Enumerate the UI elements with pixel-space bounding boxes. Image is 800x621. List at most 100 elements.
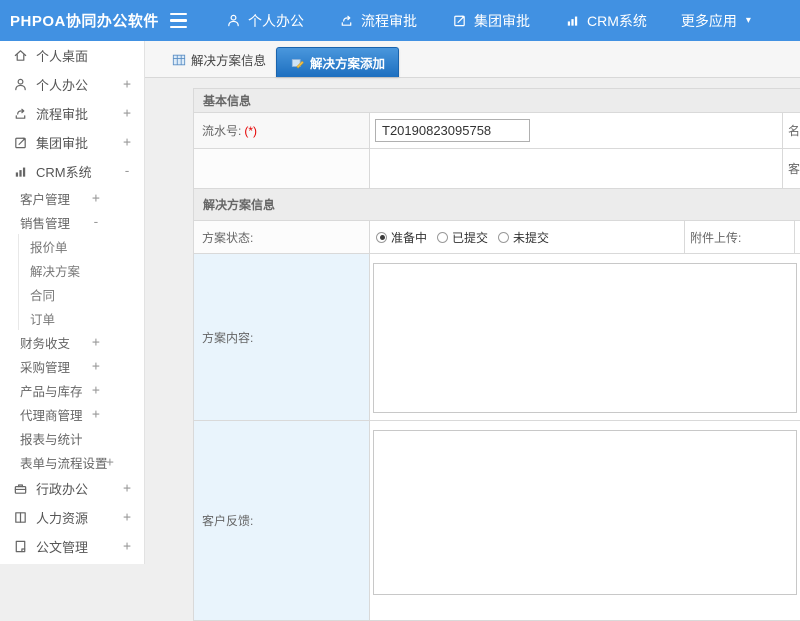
feedback-field-cell	[370, 421, 800, 621]
tab-solution-info[interactable]: 解决方案信息	[165, 50, 276, 77]
sidebar-item-workflow-approval[interactable]: 流程审批+	[0, 99, 144, 128]
nav-item-label: 个人办公	[248, 11, 304, 31]
sidebar-item-finance[interactable]: 财务收支+	[0, 330, 144, 354]
nav-item-group-approval[interactable]: 集团审批	[434, 0, 547, 41]
empty-field-cell	[370, 149, 783, 189]
sidebar-item-crm-system[interactable]: CRM系统 -	[0, 157, 144, 186]
tab-solution-add[interactable]: 解决方案添加	[276, 47, 399, 77]
sidebar: 个人桌面个人办公+流程审批+集团审批+CRM系统-客户管理+销售管理-报价单解决…	[0, 41, 145, 564]
expand-icon[interactable]: +	[123, 106, 131, 121]
radio-unchecked-icon[interactable]	[437, 232, 448, 243]
sidebar-item-contract[interactable]: 合同	[0, 282, 144, 306]
edit-icon	[451, 13, 467, 29]
doc-icon	[12, 539, 28, 555]
sidebar-item-group-approval[interactable]: 集团审批 +	[0, 128, 144, 157]
sidebar-item-product-inventory[interactable]: 产品与库存 +	[0, 378, 144, 402]
sidebar-item-agent-mgmt[interactable]: 代理商管理 +	[0, 402, 144, 426]
expand-icon[interactable]: +	[92, 335, 100, 350]
customer-feedback-textarea[interactable]	[373, 430, 797, 595]
expand-icon[interactable]: +	[123, 481, 131, 496]
sidebar-item-personal-office[interactable]: 个人办公+	[0, 70, 144, 99]
hamburger-icon	[170, 13, 187, 15]
sidebar-item-document-mgmt[interactable]: 公文管理+	[0, 532, 144, 561]
expand-icon[interactable]: +	[106, 455, 114, 470]
user-icon	[12, 77, 28, 93]
sidebar-item-label: 订单	[30, 309, 55, 328]
sidebar-item-customer-mgmt[interactable]: 客户管理 +	[0, 186, 144, 210]
flow-icon	[12, 106, 28, 122]
empty-label-cell	[194, 149, 370, 189]
sidebar-item-label: 行政办公	[36, 479, 88, 498]
sidebar-item-reports-stats[interactable]: 报表与统计	[0, 426, 144, 450]
sidebar-item-label: 人力资源	[36, 508, 88, 527]
sidebar-item-label: 解决方案	[30, 261, 80, 280]
status-radio-option[interactable]: 准备中	[376, 229, 427, 246]
expand-icon[interactable]: +	[92, 407, 100, 422]
sidebar-item-label: CRM系统	[36, 162, 92, 181]
sidebar-item-label: 产品与库存	[20, 381, 83, 400]
nav-item-more-apps[interactable]: 更多应用▾	[664, 0, 768, 41]
menu-toggle-button[interactable]	[170, 13, 194, 29]
content-field-cell	[370, 254, 800, 421]
solution-content-textarea[interactable]	[373, 263, 797, 413]
chart-icon	[564, 13, 580, 29]
form-add-icon	[290, 55, 306, 71]
sidebar-item-sales-mgmt[interactable]: 销售管理 -	[0, 210, 144, 234]
sidebar-item-personal-desktop[interactable]: 个人桌面	[0, 41, 144, 70]
chevron-down-icon: ▾	[746, 15, 751, 26]
content-label: 方案内容:	[194, 254, 370, 421]
expand-icon[interactable]: +	[123, 539, 131, 554]
status-option-label: 已提交	[452, 229, 488, 246]
nav-item-label: 流程审批	[361, 11, 417, 31]
serial-number-input[interactable]	[375, 119, 530, 142]
feedback-label: 客户反馈:	[194, 421, 370, 621]
sidebar-item-label: 集团审批	[36, 133, 88, 152]
sidebar-item-admin-office[interactable]: 行政办公 +	[0, 474, 144, 503]
sidebar-item-label: 销售管理	[20, 213, 70, 232]
radio-checked-icon[interactable]	[376, 232, 387, 243]
radio-unchecked-icon[interactable]	[498, 232, 509, 243]
status-option-label: 未提交	[513, 229, 549, 246]
briefcase-icon	[12, 481, 28, 497]
collapse-icon[interactable]: -	[123, 164, 131, 179]
expand-icon[interactable]: +	[123, 510, 131, 525]
status-label: 方案状态:	[194, 221, 370, 254]
expand-icon[interactable]: +	[92, 359, 100, 374]
sidebar-item-form-flow-settings[interactable]: 表单与流程设置+	[0, 450, 144, 474]
collapse-icon[interactable]: -	[92, 215, 100, 230]
expand-icon[interactable]: +	[92, 383, 100, 398]
hamburger-icon	[170, 26, 187, 28]
sidebar-item-label: 报价单	[30, 237, 68, 256]
sidebar-item-label: 客户管理	[20, 189, 70, 208]
sidebar-item-label: 代理商管理	[20, 405, 83, 424]
status-field-cell: 准备中 已提交 未提交	[370, 221, 685, 254]
nav-item-personal-office[interactable]: 个人办公	[208, 0, 321, 41]
serial-number-label: 流水号:(*)	[194, 113, 370, 149]
nav-item-workflow-approval[interactable]: 流程审批	[321, 0, 434, 41]
sidebar-item-purchase-mgmt[interactable]: 采购管理 +	[0, 354, 144, 378]
nav-item-label: CRM系统	[587, 11, 647, 31]
status-radio-group: 准备中 已提交 未提交	[370, 229, 684, 246]
book-icon	[12, 510, 28, 526]
solution-info-table: 解决方案信息 方案状态: 准备中已提交未提交 附件上传: 方案内容: 客户反馈:	[193, 188, 800, 621]
app-logo[interactable]: PHPOA协同办公软件	[0, 10, 170, 31]
table-icon	[171, 52, 187, 68]
sidebar-item-solution[interactable]: 解决方案	[0, 258, 144, 282]
status-option-label: 准备中	[391, 229, 427, 246]
sidebar-item-label: 个人桌面	[36, 46, 88, 65]
flow-icon	[338, 13, 354, 29]
status-radio-option[interactable]: 未提交	[498, 229, 549, 246]
expand-icon[interactable]: +	[123, 135, 131, 150]
section-header-basic-info: 基本信息	[194, 89, 800, 113]
tab-label: 解决方案信息	[191, 50, 266, 69]
sidebar-item-order[interactable]: 订单	[0, 306, 144, 330]
status-radio-option[interactable]: 已提交	[437, 229, 488, 246]
sidebar-item-label: 采购管理	[20, 357, 70, 376]
sidebar-item-quotation[interactable]: 报价单	[0, 234, 144, 258]
expand-icon[interactable]: +	[92, 191, 100, 206]
expand-icon[interactable]: +	[123, 77, 131, 92]
nav-item-crm-system[interactable]: CRM系统	[547, 0, 664, 41]
tab-bar: 解决方案信息 解决方案添加	[145, 41, 800, 78]
sidebar-item-human-resources[interactable]: 人力资源 +	[0, 503, 144, 532]
user-icon	[225, 13, 241, 29]
